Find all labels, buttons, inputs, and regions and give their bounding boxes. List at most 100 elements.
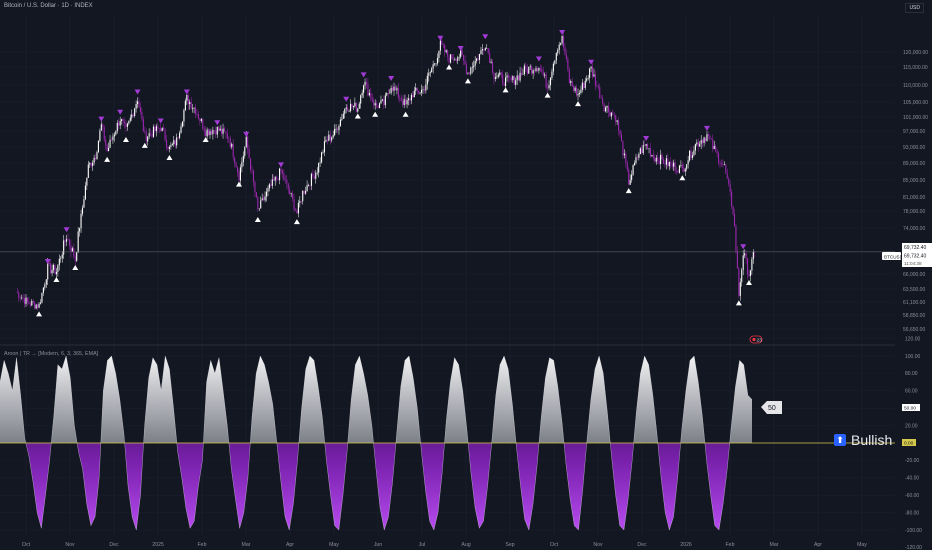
candle-body [402, 101, 404, 105]
chart-canvas[interactable]: Oct Nov Dec 2025 Feb Mar Apr May Jun Jul Aug Sep Oct… [0, 0, 932, 550]
candle-body [728, 178, 730, 184]
candle-body [722, 164, 724, 165]
candle-body [620, 134, 623, 141]
candle-body [119, 120, 121, 126]
candle-body [432, 64, 434, 69]
x-tick-label: Mar [242, 542, 251, 548]
candle-body [84, 185, 86, 200]
candle-body [383, 99, 385, 106]
candle-body [428, 73, 430, 76]
candle-body [125, 123, 127, 127]
candle-body [24, 298, 26, 304]
currency-button[interactable]: USD [905, 3, 924, 13]
candle-body [745, 253, 747, 259]
candle-body [393, 86, 395, 91]
candle-body [58, 258, 60, 266]
candle-body [416, 87, 418, 91]
candle-body [44, 284, 46, 288]
candle-body [632, 165, 634, 175]
y-tick-label: 81,000.00 [903, 195, 925, 201]
bearish-signal-icon [243, 131, 250, 137]
candle-body [277, 178, 279, 181]
candle-body [55, 271, 57, 274]
osc-y-tick-label: -80.00 [905, 510, 919, 516]
candle-body [702, 140, 704, 144]
candle-body [458, 56, 460, 58]
svg-text:0.00: 0.00 [904, 440, 914, 446]
candle-body [147, 136, 149, 142]
candle-body [200, 119, 202, 121]
candle-body [426, 75, 428, 85]
candle-body [39, 302, 42, 304]
candle-body [216, 126, 218, 135]
candle-body [651, 155, 653, 157]
candle-body [638, 154, 640, 158]
candle-body [86, 177, 88, 186]
candle-body [478, 54, 481, 60]
candle-body [471, 67, 473, 68]
candle-body [38, 303, 40, 308]
svg-text:23: 23 [757, 338, 763, 344]
bearish-signal-icon [457, 45, 464, 51]
candle-body [209, 131, 211, 135]
candle-body [548, 85, 550, 89]
candle-body [63, 240, 65, 255]
bearish-signal-icon [643, 135, 650, 141]
candle-body [639, 148, 641, 155]
candle-body [260, 200, 262, 209]
candle-body [128, 120, 130, 124]
candle-body [420, 89, 423, 93]
candle-body [271, 179, 273, 186]
candle-body [373, 100, 375, 106]
candle-body [423, 89, 425, 91]
candle-body [451, 54, 453, 60]
candle-body [61, 254, 63, 259]
candle-body [307, 185, 310, 186]
candle-body [447, 50, 449, 57]
bullish-status: ⬆ Bullish [834, 432, 892, 448]
candle-body [184, 100, 186, 111]
candle-body [322, 152, 324, 153]
candle-body [571, 81, 573, 87]
candle-body [733, 213, 736, 226]
candle-body [735, 225, 737, 252]
bearish-signal-icon [588, 59, 595, 65]
candle-body [574, 87, 576, 91]
candle-body [712, 139, 714, 150]
svg-text:50: 50 [768, 405, 776, 412]
candle-body [280, 168, 282, 171]
candle-body [668, 162, 670, 167]
candle-body [577, 93, 579, 96]
candle-body [460, 50, 462, 57]
candle-body [619, 130, 621, 135]
candle-body [113, 134, 115, 137]
candle-body [303, 190, 305, 194]
candle-body [380, 100, 382, 104]
candle-body [622, 140, 624, 156]
candle-body [48, 263, 50, 264]
candle-body [512, 75, 514, 80]
candle-body [694, 144, 696, 151]
candle-body [499, 72, 501, 75]
candle-body [206, 129, 208, 137]
candle-body [596, 85, 598, 87]
candle-body [152, 126, 155, 137]
osc-bubble: 50 [761, 401, 782, 414]
candle-body [468, 72, 470, 74]
y-tick-label: 63,500.00 [903, 287, 925, 293]
candle-body [199, 118, 201, 121]
candle-body [580, 89, 582, 93]
candle-body [658, 161, 660, 165]
candle-body [589, 68, 591, 78]
candle-body [691, 155, 694, 158]
candle-body [57, 265, 59, 272]
candle-body [283, 173, 285, 180]
candle-body [71, 248, 73, 252]
candle-body [225, 131, 227, 134]
candle-body [725, 164, 727, 174]
candle-body [502, 74, 504, 84]
candle-body [616, 120, 618, 122]
candle-body [96, 152, 98, 160]
candle-body [554, 60, 556, 64]
alert-badge[interactable]: 23 [749, 335, 763, 344]
